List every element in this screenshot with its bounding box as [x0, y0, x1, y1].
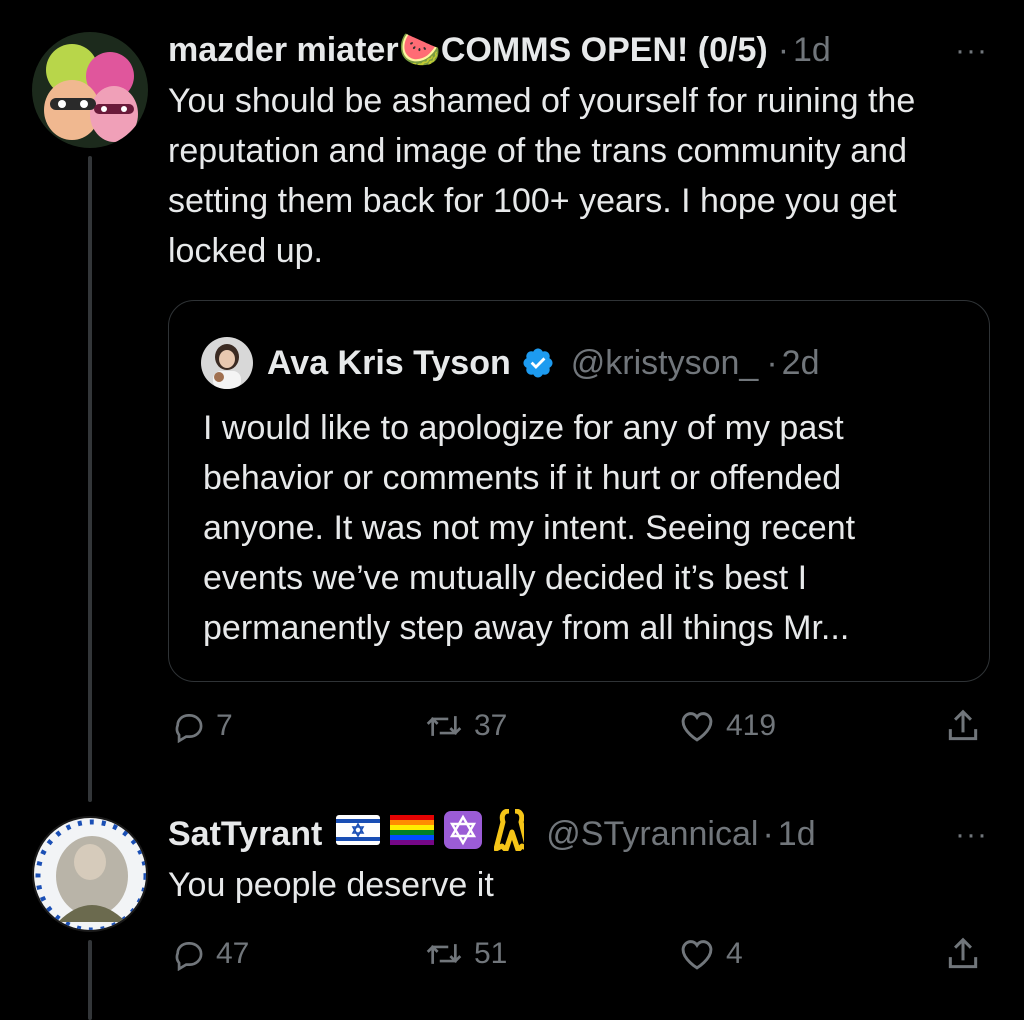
reply-icon	[175, 942, 203, 971]
quoted-display-name[interactable]: Ava Kris Tyson	[267, 344, 511, 383]
quoted-tweet[interactable]: Ava Kris Tyson @kristyson_ · 2d I would …	[168, 300, 990, 682]
reply-count: 7	[216, 709, 233, 742]
verified-badge-icon	[521, 346, 555, 380]
share-button[interactable]	[944, 926, 992, 982]
quoted-avatar	[201, 337, 253, 389]
separator-dot: ·	[777, 30, 790, 69]
reply-count: 47	[216, 937, 250, 970]
avatar[interactable]	[32, 816, 148, 932]
more-options-icon[interactable]: ···	[955, 34, 988, 68]
like-button[interactable]: 419	[678, 698, 776, 754]
yellow-ribbon-icon	[493, 808, 531, 860]
israel-flag-icon	[336, 814, 381, 854]
heart-icon	[681, 940, 713, 970]
quoted-tweet-header: Ava Kris Tyson @kristyson_ · 2d	[201, 337, 820, 389]
quoted-tweet-text: I would like to apologize for any of my …	[203, 409, 856, 647]
action-bar: 47 51 4	[168, 926, 990, 982]
retweet-icon	[426, 716, 462, 736]
like-count: 419	[726, 709, 777, 742]
timestamp[interactable]: 1d	[793, 31, 831, 70]
more-options-icon[interactable]: ···	[955, 818, 988, 852]
tweet-header: mazder miater🍉COMMS OPEN! (0/5) · 1d	[168, 30, 831, 70]
avatar[interactable]	[32, 32, 148, 148]
retweet-button[interactable]: 37	[424, 698, 507, 754]
quoted-timestamp[interactable]: 2d	[782, 344, 820, 383]
like-button[interactable]: 4	[678, 926, 743, 982]
retweet-icon	[426, 944, 462, 964]
thread-line-top	[88, 156, 92, 802]
display-name[interactable]: mazder miater🍉COMMS OPEN! (0/5)	[168, 30, 768, 70]
action-bar: 7 37 419	[168, 698, 990, 754]
quoted-handle[interactable]: @kristyson_	[571, 344, 759, 383]
retweet-count: 51	[474, 937, 508, 970]
share-button[interactable]	[944, 698, 992, 754]
share-icon	[948, 709, 978, 741]
reply-button[interactable]: 7	[172, 698, 233, 754]
separator-dot: ·	[762, 814, 774, 853]
star-of-david-icon	[444, 810, 483, 858]
rainbow-flag-icon	[390, 814, 435, 854]
retweet-button[interactable]: 51	[424, 926, 507, 982]
tweet-text: You people deserve it	[168, 866, 494, 904]
thread-line-bottom	[88, 940, 92, 1020]
timestamp[interactable]: 1d	[778, 815, 816, 854]
display-name[interactable]: SatTyrant	[168, 815, 322, 854]
tweet-header: SatTyrant @STyrannical · 1d	[168, 808, 816, 854]
like-count: 4	[726, 937, 743, 970]
handle[interactable]: @STyrannical	[546, 815, 758, 854]
separator-dot: ·	[766, 343, 778, 382]
reply-button[interactable]: 47	[172, 926, 249, 982]
reply-icon	[175, 714, 203, 743]
share-icon	[948, 937, 978, 969]
tweet-text: You should be ashamed of yourself for ru…	[168, 82, 916, 270]
heart-icon	[681, 712, 713, 742]
retweet-count: 37	[474, 709, 508, 742]
